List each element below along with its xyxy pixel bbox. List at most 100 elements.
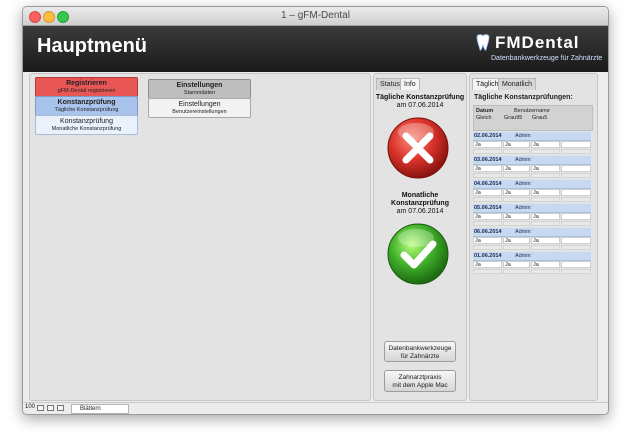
entry-blank-cell [503,221,530,226]
history-entry[interactable]: 01.06.2014 Admin Ja Ja Ja [473,252,591,274]
entry-blank-cell [473,221,502,226]
history-entry-header: 05.06.2014 Admin [473,204,591,213]
monthly-check-button-title: Konstanzprüfung [60,118,113,125]
history-entry[interactable]: 02.06.2014 Admin Ja Ja Ja [473,132,591,154]
register-button[interactable]: Registrieren gFM-Dental registrieren [35,77,138,97]
entry-blank-cell [531,245,560,250]
entry-value: Ja [503,165,530,172]
entry-value: Ja [473,213,502,220]
layout-icon[interactable] [57,405,64,411]
entry-user: Admin [515,253,531,259]
entry-value [561,141,591,148]
entry-value: Ja [503,261,530,268]
status-panel: Status Info Tägliche Konstanzprüfung am … [373,73,467,401]
settings-master-button[interactable]: Einstellungen Stammdaten [148,79,251,99]
entry-blank-cell [531,269,560,274]
history-entry[interactable]: 04.06.2014 Admin Ja Ja Ja [473,180,591,202]
zoom-minus-icon[interactable] [37,405,44,411]
entry-blank-cell [503,173,530,178]
entry-date: 05.06.2014 [474,205,502,211]
entry-value [561,189,591,196]
entry-value [561,213,591,220]
entry-date: 04.06.2014 [474,181,502,187]
entry-value: Ja [531,165,560,172]
zoom-level: 100 [25,404,36,410]
entry-blank-cell [473,149,502,154]
entry-user: Admin [515,181,531,187]
entry-date: 06.06.2014 [474,229,502,235]
history-entry[interactable]: 06.06.2014 Admin Ja Ja Ja [473,228,591,250]
history-heading: Tägliche Konstanzprüfungen: [474,94,573,101]
header-bar: Hauptmenü FMDental Datenbankwerkzeuge fü… [23,26,608,72]
col-grau95: Grau95 [504,115,523,121]
col-benutzername: Benutzername [514,108,550,114]
status-bar: 100 Blättern [23,402,608,414]
logo-tagline: Datenbankwerkzeuge für Zahnärzte [491,55,603,62]
entry-blank-cell [561,245,591,250]
database-tools-label-2: für Zahnärzte [400,353,440,360]
pass-check-icon [387,223,449,285]
mode-selector[interactable]: Blättern [71,404,129,414]
logo-name: FMDental [495,33,580,52]
brand-logo: FMDental Datenbankwerkzeuge für Zahnärzt… [471,31,603,67]
monthly-check-date: am 07.06.2014 [396,208,444,215]
mac-practice-button[interactable]: Zahnarztpraxis mit dem Apple Mac [384,370,456,392]
tab-monthly[interactable]: Monatlich [498,78,536,90]
entry-user: Admin [515,133,531,139]
entry-value: Ja [531,213,560,220]
column-header: Datum Benutzername Gleich Grau95 Grau5 [473,105,593,131]
settings-user-button[interactable]: Einstellungen Benutzereinstellungen [148,98,251,118]
entry-user: Admin [515,229,531,235]
entry-blank-cell [473,269,502,274]
tab-info[interactable]: Info [400,78,420,90]
entry-blank-cell [531,221,560,226]
entry-blank-cell [473,173,502,178]
page-title: Hauptmenü [37,35,147,57]
entry-blank-cell [531,197,560,202]
title-bar: 1 – gFM-Dental [23,7,608,26]
entry-blank-cell [503,149,530,154]
entry-value: Ja [473,237,502,244]
entry-blank-cell [561,269,591,274]
daily-check-button[interactable]: Konstanzprüfung Tägliche Konstanzprüfung [35,96,138,116]
monthly-check-title-2: Konstanzprüfung [391,200,449,207]
entry-value: Ja [531,189,560,196]
entry-date: 02.06.2014 [474,133,502,139]
settings-user-button-title: Einstellungen [178,101,221,108]
register-button-title: Registrieren [66,80,107,87]
entry-blank-cell [503,197,530,202]
tooth-logo-icon [476,34,490,51]
database-tools-button[interactable]: Datenbankwerkzeuge für Zahnärzte [384,341,456,362]
main-menu-panel: Registrieren gFM-Dental registrieren Kon… [29,73,371,401]
history-entry[interactable]: 05.06.2014 Admin Ja Ja Ja [473,204,591,226]
entry-value: Ja [503,213,530,220]
register-button-sub: gFM-Dental registrieren [57,88,116,94]
entry-value: Ja [473,141,502,148]
monthly-check-button-sub: Monatliche Konstanzprüfung [51,126,122,132]
entry-value: Ja [503,141,530,148]
app-window: 1 – gFM-Dental Hauptmenü FMDental Datenb… [22,6,609,415]
window-title: 1 – gFM-Dental [281,10,350,21]
entry-value: Ja [503,189,530,196]
entry-blank-cell [561,197,591,202]
entry-blank-cell [531,149,560,154]
daily-check-date: am 07.06.2014 [396,102,444,109]
daily-check-button-title: Konstanzprüfung [57,99,116,106]
entry-blank-cell [503,269,530,274]
entry-blank-cell [503,245,530,250]
zoom-plus-icon[interactable] [47,405,54,411]
entry-value: Ja [531,141,560,148]
entry-value [561,261,591,268]
col-datum: Datum [476,108,494,114]
entry-value: Ja [531,261,560,268]
history-entry-header: 06.06.2014 Admin [473,228,591,237]
history-entry[interactable]: 03.06.2014 Admin Ja Ja Ja [473,156,591,178]
monthly-check-button[interactable]: Konstanzprüfung Monatliche Konstanzprüfu… [35,115,138,135]
entry-value: Ja [531,237,560,244]
entry-blank-cell [473,197,502,202]
entry-blank-cell [531,173,560,178]
daily-check-title: Tägliche Konstanzprüfung [375,94,465,101]
history-entry-header: 01.06.2014 Admin [473,252,591,261]
entry-user: Admin [515,157,531,163]
col-gleich: Gleich [476,115,492,121]
